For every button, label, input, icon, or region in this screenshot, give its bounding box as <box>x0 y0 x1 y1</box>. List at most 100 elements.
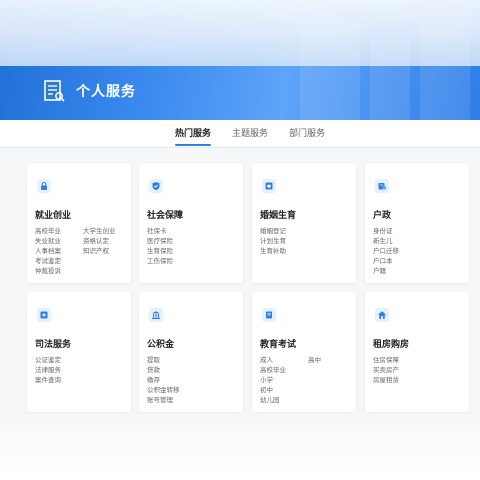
service-card-housing-fund[interactable]: 公积金 提取 贷款 缴存 公积金转移 账号管理 <box>139 292 243 412</box>
service-link[interactable] <box>421 247 467 256</box>
service-link[interactable] <box>195 376 241 385</box>
service-link[interactable]: 高校毕业 <box>35 227 83 236</box>
service-link[interactable] <box>83 257 129 266</box>
service-link[interactable] <box>421 366 467 375</box>
service-card-education[interactable]: 教育考试 成人 高中 高校毕业 小学 初中 幼儿园 <box>252 292 356 412</box>
service-link[interactable] <box>195 366 241 375</box>
service-link[interactable]: 买卖房产 <box>373 366 421 375</box>
service-link[interactable]: 幼儿园 <box>260 396 308 405</box>
service-list: 高校毕业 大学生创业 失业就业 资格认定 人事档案 知识产权 考试鉴定 仲裁投诉 <box>35 227 129 276</box>
tab-bar: 热门服务 主题服务 部门服务 <box>0 120 480 148</box>
service-link[interactable] <box>421 257 467 266</box>
service-link[interactable] <box>195 396 241 405</box>
service-link[interactable]: 失业就业 <box>35 237 83 246</box>
service-link[interactable]: 房屋租赁 <box>373 376 421 385</box>
service-list: 成人 高中 高校毕业 小学 初中 幼儿园 <box>260 356 354 405</box>
service-link[interactable]: 提取 <box>147 356 195 365</box>
service-link[interactable] <box>308 376 354 385</box>
service-card-judicial[interactable]: 司法服务 公证鉴定 法律服务 案件查询 <box>27 292 131 412</box>
service-list: 提取 贷款 缴存 公积金转移 账号管理 <box>147 356 241 405</box>
service-link[interactable]: 仲裁投诉 <box>35 267 83 276</box>
service-link[interactable] <box>83 356 129 365</box>
service-link[interactable]: 贷款 <box>147 366 195 375</box>
service-link[interactable]: 户籍 <box>373 267 421 276</box>
justice-icon <box>37 308 51 322</box>
service-link[interactable]: 资格认定 <box>83 237 129 246</box>
card-title: 公积金 <box>147 340 175 350</box>
service-link[interactable]: 成人 <box>260 356 308 365</box>
banner-building <box>300 20 360 120</box>
banner-building <box>370 40 410 120</box>
service-list: 住房保障 买卖房产 房屋租赁 <box>373 356 467 385</box>
service-link[interactable]: 知识产权 <box>83 247 129 256</box>
tab-department-services[interactable]: 部门服务 <box>289 126 325 148</box>
service-card-housing[interactable]: 租房购房 住房保障 买卖房产 房屋租赁 <box>365 292 469 412</box>
service-link[interactable]: 工伤保险 <box>147 257 195 266</box>
service-link[interactable] <box>308 247 354 256</box>
service-link[interactable] <box>308 396 354 405</box>
service-link[interactable] <box>195 227 241 236</box>
card-title: 司法服务 <box>35 340 72 350</box>
service-link[interactable]: 高中 <box>308 356 354 365</box>
service-link[interactable]: 法律服务 <box>35 366 83 375</box>
service-link[interactable] <box>421 227 467 236</box>
service-link[interactable]: 账号管理 <box>147 396 195 405</box>
service-link[interactable]: 公证鉴定 <box>35 356 83 365</box>
service-link[interactable]: 计划生育 <box>260 237 308 246</box>
service-link[interactable] <box>308 237 354 246</box>
service-list: 社保卡 医疗保险 生育保险 工伤保险 <box>147 227 241 266</box>
service-card-employment[interactable]: 就业创业 高校毕业 大学生创业 失业就业 资格认定 人事档案 知识产权 考试鉴定… <box>27 163 131 283</box>
service-link[interactable]: 住房保障 <box>373 356 421 365</box>
banner-building <box>420 10 470 120</box>
service-link[interactable]: 医疗保险 <box>147 237 195 246</box>
service-link[interactable] <box>421 237 467 246</box>
service-link[interactable] <box>421 376 467 385</box>
service-link[interactable] <box>308 386 354 395</box>
service-link[interactable]: 大学生创业 <box>83 227 129 236</box>
service-link[interactable]: 户口本 <box>373 257 421 266</box>
heart-icon <box>262 179 276 193</box>
service-link[interactable] <box>195 356 241 365</box>
service-link[interactable]: 考试鉴定 <box>35 257 83 266</box>
service-link[interactable] <box>83 267 129 276</box>
service-list: 公证鉴定 法律服务 案件查询 <box>35 356 129 385</box>
service-link[interactable] <box>195 237 241 246</box>
service-link[interactable]: 案件查询 <box>35 376 83 385</box>
card-title: 教育考试 <box>260 340 297 350</box>
service-link[interactable]: 人事档案 <box>35 247 83 256</box>
service-card-household[interactable]: 户政 身份证 新生儿 户口迁移 户口本 户籍 <box>365 163 469 283</box>
service-link[interactable] <box>308 366 354 375</box>
tab-topic-services[interactable]: 主题服务 <box>232 126 268 148</box>
service-link[interactable]: 公积金转移 <box>147 386 195 395</box>
banner-heading: 个人服务 <box>42 76 136 106</box>
service-link[interactable]: 户口迁移 <box>373 247 421 256</box>
card-title: 户政 <box>373 211 392 221</box>
service-link[interactable] <box>195 257 241 266</box>
service-link[interactable]: 小学 <box>260 376 308 385</box>
service-link[interactable]: 生育保险 <box>147 247 195 256</box>
service-card-social-security[interactable]: 社会保障 社保卡 医疗保险 生育保险 工伤保险 <box>139 163 243 283</box>
service-link[interactable]: 高校毕业 <box>260 366 308 375</box>
card-title: 婚姻生育 <box>260 211 297 221</box>
service-link[interactable]: 身份证 <box>373 227 421 236</box>
service-card-marriage[interactable]: 婚姻生育 婚姻登记 计划生育 生育补助 <box>252 163 356 283</box>
service-link[interactable]: 初中 <box>260 386 308 395</box>
shield-icon <box>149 179 163 193</box>
service-link[interactable] <box>83 366 129 375</box>
service-link[interactable] <box>421 356 467 365</box>
service-link[interactable]: 新生儿 <box>373 237 421 246</box>
service-link[interactable]: 社保卡 <box>147 227 195 236</box>
bank-icon <box>149 308 163 322</box>
bottom-fade <box>0 410 480 480</box>
service-link[interactable]: 婚姻登记 <box>260 227 308 236</box>
service-link[interactable] <box>83 376 129 385</box>
service-link[interactable] <box>421 267 467 276</box>
service-link[interactable] <box>195 247 241 256</box>
service-link[interactable]: 缴存 <box>147 376 195 385</box>
service-link[interactable] <box>308 227 354 236</box>
service-link[interactable]: 生育补助 <box>260 247 308 256</box>
service-link[interactable] <box>195 386 241 395</box>
tab-hot-services[interactable]: 热门服务 <box>175 126 212 148</box>
book-icon <box>262 308 276 322</box>
card-title: 社会保障 <box>147 211 184 221</box>
